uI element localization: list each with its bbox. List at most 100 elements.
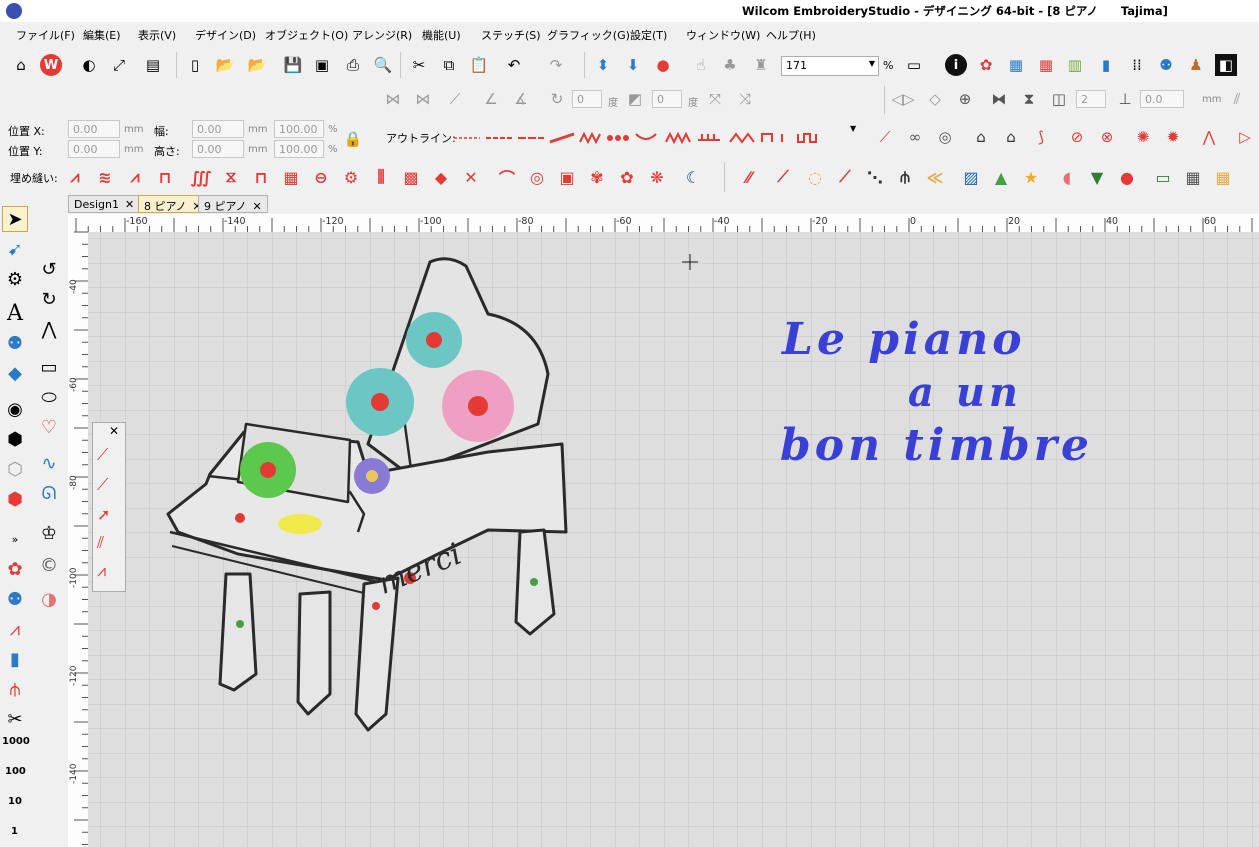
stitch-player-icon[interactable]: ⬍ — [592, 54, 614, 76]
fill-checker-icon[interactable]: ▩ — [398, 164, 424, 190]
zigzag-line-icon[interactable]: ⩘ — [97, 561, 106, 581]
fill-tatami-icon[interactable]: ≋ — [92, 164, 118, 190]
team-names-icon[interactable]: ⚉ — [2, 330, 28, 356]
fill-ellipse-icon[interactable]: ⊖ — [308, 164, 334, 190]
fill-spiral-icon[interactable]: ⧖ — [218, 164, 244, 190]
mirror-copy-icon[interactable]: ◁▷ — [891, 88, 914, 110]
properties-icon[interactable]: ▭ — [903, 54, 925, 76]
stitch-length-10[interactable]: 10 — [8, 796, 22, 807]
stitch-length-100[interactable]: 100 — [5, 766, 26, 777]
color-balls-icon[interactable]: ● — [1114, 164, 1140, 190]
grid-dots-icon[interactable]: ⁞⁞ — [1126, 54, 1148, 76]
heart-tool-icon[interactable]: ♡ — [36, 414, 62, 440]
close-icon[interactable]: ✕ — [253, 200, 262, 213]
line-tool-1-icon[interactable]: ⟋ — [97, 445, 108, 465]
height-percent-field[interactable]: 100.00 — [274, 140, 324, 158]
double-line-icon[interactable]: ⫽ — [97, 533, 104, 553]
mirror-h-icon[interactable]: ⋈ — [382, 88, 404, 110]
design-canvas[interactable]: merci Le piano a un bon timbre -160 -140-… — [68, 214, 1259, 847]
stamp-icon[interactable]: ♟ — [1185, 54, 1207, 76]
send-machine-icon[interactable]: ⬇ — [622, 54, 644, 76]
slant-icon[interactable]: ◩ — [624, 88, 646, 110]
array-icon[interactable]: ◫ — [1048, 88, 1070, 110]
fill-cross-icon[interactable]: ⊓ — [248, 164, 274, 190]
select-arrow-icon[interactable]: ➤ — [2, 206, 28, 232]
menu-edit[interactable]: 編集(E) — [83, 27, 121, 43]
fill-zigzag-icon[interactable]: ⩘ — [122, 164, 148, 190]
circle-tool-icon[interactable]: ◉ — [2, 396, 28, 422]
rectangle-tool-icon[interactable]: ▭ — [36, 354, 62, 380]
paste-icon[interactable]: 📋 — [468, 54, 490, 76]
menu-stitch[interactable]: ステッチ(S) — [481, 27, 541, 43]
copy-icon[interactable]: ⧉ — [438, 54, 460, 76]
red-hexagon-icon[interactable]: ⬢ — [2, 486, 28, 512]
undo-icon[interactable]: ↶ — [503, 54, 525, 76]
position-x-field[interactable]: 0.00 — [68, 120, 120, 138]
cut-icon[interactable]: ✂ — [408, 54, 430, 76]
fill-fish-icon[interactable]: ≪ — [922, 164, 948, 190]
menu-file[interactable]: ファイル(F) — [16, 27, 75, 43]
outline-more-icon[interactable]: ▼ — [850, 124, 856, 133]
menu-settings[interactable]: 設定(T) — [630, 27, 667, 43]
lettering-icon[interactable]: A — [2, 300, 28, 326]
print-preview-icon[interactable]: 🔍 — [372, 54, 394, 76]
rotate-angle-field[interactable]: 0 — [572, 90, 602, 108]
fill-circle-icon[interactable]: ◎ — [524, 164, 550, 190]
toggle-display-icon[interactable]: ◧ — [1215, 54, 1237, 76]
spool-tool-icon[interactable]: ▮ — [2, 646, 28, 672]
wreath-icon[interactable]: ⧓ — [988, 88, 1010, 110]
kaleido-icon[interactable]: ⊕ — [954, 88, 976, 110]
fill-radial-icon[interactable]: ⫼ — [368, 164, 394, 190]
open-folder-icon[interactable]: 📂 — [214, 54, 236, 76]
digitize-line-icon[interactable]: ⟋ — [874, 126, 896, 148]
scissors-tool-icon[interactable]: ✂ — [2, 706, 28, 732]
people-icon[interactable]: ⚉ — [1155, 54, 1177, 76]
color-wheel-icon[interactable]: ● — [652, 54, 674, 76]
menu-window[interactable]: ウィンドウ(W) — [686, 27, 760, 43]
shapes-icon[interactable]: ▲ — [988, 164, 1014, 190]
fill-feather-b-icon[interactable]: ⟋ — [770, 164, 796, 190]
layers-icon[interactable]: ▤ — [142, 54, 164, 76]
fill-step-icon[interactable]: ⊓ — [152, 164, 178, 190]
arrow-right-icon[interactable]: ▷ — [1234, 126, 1256, 148]
rotate-45-icon[interactable]: ∠ — [480, 88, 502, 110]
spacing-icon[interactable]: ⊥ — [1114, 88, 1136, 110]
export-icon[interactable]: ▣ — [311, 54, 333, 76]
spool-icon[interactable]: ▮ — [1095, 54, 1117, 76]
fill-square-icon[interactable]: ▣ — [554, 164, 580, 190]
hoop-icon[interactable]: ♜ — [750, 54, 772, 76]
hoop-shape-icon[interactable]: ▭ — [1150, 164, 1176, 190]
fill-brush-icon[interactable]: ⟋ — [832, 164, 858, 190]
link-icon[interactable]: ∞ — [904, 126, 926, 148]
home-icon[interactable]: ⌂ — [10, 54, 32, 76]
new-file-icon[interactable]: ▯ — [184, 54, 206, 76]
slant-angle-field[interactable]: 0 — [652, 90, 682, 108]
cut-tool-icon[interactable]: ⬡ — [2, 456, 28, 482]
digitize-curve-b-icon[interactable]: ↻ — [36, 286, 62, 312]
curve-icon[interactable]: ⟆ — [1030, 126, 1052, 148]
menu-arrange[interactable]: アレンジ(R) — [352, 27, 412, 43]
fork-tool-icon[interactable]: ⫛ — [2, 676, 28, 702]
grid-icon[interactable]: ▦ — [1180, 164, 1206, 190]
fill-motif-b-icon[interactable]: ✿ — [614, 164, 640, 190]
tshirt-icon[interactable]: ▼ — [1084, 164, 1110, 190]
digitize-node-icon[interactable]: ⋀ — [36, 316, 62, 342]
print-icon[interactable]: ⎙ — [342, 54, 364, 76]
copy-count-field[interactable]: 2 — [1076, 90, 1106, 108]
menu-help[interactable]: ヘルプ(H) — [766, 27, 816, 43]
knife-icon[interactable]: ⊘ — [1066, 126, 1088, 148]
fill-fork-icon[interactable]: ⫛ — [892, 164, 918, 190]
digitize-curve-icon[interactable]: ↺ — [36, 256, 62, 282]
lock-proportion-icon[interactable]: 🔒 — [342, 128, 364, 150]
grid-b-icon[interactable]: ▦ — [1210, 164, 1236, 190]
ellipse-tool-icon[interactable]: ⬭ — [36, 384, 62, 410]
fill-gear-icon[interactable]: ⚙ — [338, 164, 364, 190]
height-field[interactable]: 0.00 — [192, 140, 244, 158]
fill-x-icon[interactable]: ✕ — [458, 164, 484, 190]
color-bars-icon[interactable]: ▥ — [1064, 54, 1086, 76]
radial-icon[interactable]: ✹ — [1162, 126, 1184, 148]
pattern-line-icon[interactable]: ⫽ — [1226, 88, 1248, 110]
mirror-v-icon[interactable]: ⋈ — [412, 88, 434, 110]
fill-grid-icon[interactable]: ▦ — [278, 164, 304, 190]
menu-design[interactable]: デザイン(D) — [195, 27, 256, 43]
